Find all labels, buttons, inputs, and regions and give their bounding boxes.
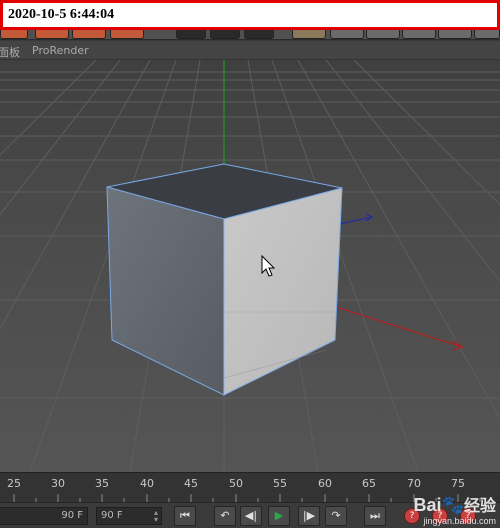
toolbar-button-3[interactable]: [72, 30, 106, 39]
next-keyframe-icon: ↷: [331, 509, 341, 522]
timeline-tick: 35: [95, 477, 109, 490]
current-frame-field[interactable]: 90 F: [0, 507, 88, 525]
toolbar-button-4[interactable]: [110, 30, 144, 39]
timestamp-text: 2020-10-5 6:44:04: [8, 7, 115, 22]
end-frame-value: 90 F: [101, 510, 123, 521]
toolbar-button-5[interactable]: [176, 30, 206, 39]
watermark-url: jingyan.baidu.com: [423, 516, 496, 526]
watermark-brand-suffix: 经验: [463, 498, 496, 515]
timeline-tick: 25: [7, 477, 21, 490]
timeline-tick: 30: [51, 477, 65, 490]
toolbar-button-7[interactable]: [244, 30, 274, 39]
go-to-start-icon: ⏮: [180, 509, 190, 522]
toolbar-button-11[interactable]: [402, 30, 436, 39]
step-forward-icon: |▶: [302, 509, 316, 522]
paw-logo-icon: 🐾: [441, 495, 464, 515]
toolbar-button-9[interactable]: [330, 30, 364, 39]
go-to-end-icon: ⏭: [370, 509, 380, 522]
main-toolbar: [0, 30, 500, 40]
step-forward-button[interactable]: |▶: [298, 506, 320, 526]
go-to-end-button[interactable]: ⏭: [364, 506, 386, 526]
go-to-start-button[interactable]: ⏮: [174, 506, 196, 526]
current-frame-value: 90 F: [61, 510, 83, 521]
toolbar-button-2[interactable]: [35, 30, 69, 39]
end-frame-field[interactable]: 90 F ▴ ▾: [96, 507, 162, 525]
play-icon: ▶: [274, 509, 284, 522]
menu-panel[interactable]: 面板: [0, 44, 20, 60]
timeline-tick: 55: [273, 477, 287, 490]
timeline-tick: 45: [184, 477, 198, 490]
previous-keyframe-icon: ↶: [220, 509, 230, 522]
timeline-tick: 40: [140, 477, 154, 490]
toolbar-button-6[interactable]: [210, 30, 240, 39]
timeline-tick: 70: [407, 477, 421, 490]
step-back-button[interactable]: ◀|: [240, 506, 262, 526]
timestamp-banner: 2020-10-5 6:44:04: [0, 0, 500, 30]
timeline-tick: 60: [318, 477, 332, 490]
watermark-brand: Bai: [413, 495, 442, 515]
toolbar-button-10[interactable]: [366, 30, 400, 39]
timeline-tick: 65: [362, 477, 376, 490]
menu-prorender[interactable]: ProRender: [32, 44, 89, 57]
toolbar-button-12[interactable]: [438, 30, 472, 39]
3d-viewport[interactable]: [0, 60, 500, 472]
viewport-canvas[interactable]: [0, 60, 500, 472]
toolbar-button-13[interactable]: [474, 30, 500, 39]
toolbar-button-1[interactable]: [0, 30, 28, 39]
viewport-menubar: 面板 ProRender: [0, 41, 500, 60]
play-button[interactable]: ▶: [268, 506, 290, 526]
stepper-arrows-icon[interactable]: ▴ ▾: [154, 509, 158, 524]
step-back-icon: ◀|: [244, 509, 258, 522]
timeline-tick: 50: [229, 477, 243, 490]
baidu-watermark: Bai🐾经验 jingyan.baidu.com: [414, 496, 496, 526]
next-keyframe-button[interactable]: ↷: [325, 506, 347, 526]
previous-keyframe-button[interactable]: ↶: [214, 506, 236, 526]
toolbar-button-8[interactable]: [292, 30, 326, 39]
timeline-tick: 75: [451, 477, 465, 490]
